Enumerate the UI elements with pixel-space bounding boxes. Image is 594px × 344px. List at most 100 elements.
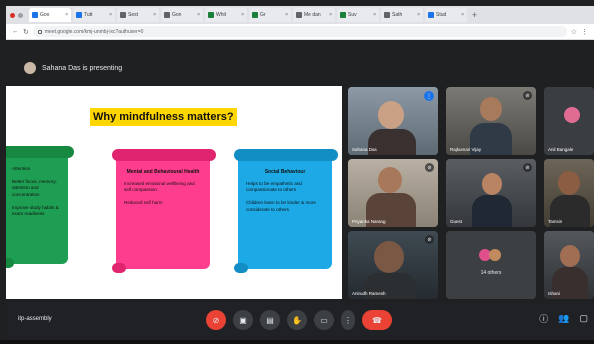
present-button[interactable]: ▭ (314, 310, 334, 330)
card-paragraph: Reduced self harm (124, 200, 163, 206)
raise-hand-button[interactable]: ✋ (287, 310, 307, 330)
close-tab-icon[interactable]: × (109, 12, 112, 18)
close-tab-icon[interactable]: × (241, 12, 244, 18)
close-tab-icon[interactable]: × (153, 12, 156, 18)
participant-tile[interactable]: ⊘ Anirudh Ramesh (348, 231, 438, 299)
tab-favicon-icon (208, 12, 214, 18)
captions-button[interactable]: ▤ (260, 310, 280, 330)
tab-favicon-icon (76, 12, 82, 18)
app-frame: Goo × Tutt × Sest × Gon × Whit × Gr × Me… (0, 0, 594, 344)
participant-name: Ishani (548, 291, 561, 296)
scroll-bottom-decoration (234, 263, 248, 273)
browser-tab[interactable]: Whit × (205, 8, 247, 22)
browser-tab[interactable]: Tutt × (73, 8, 115, 22)
browser-tab[interactable]: Me dan × (293, 8, 335, 22)
back-arrow-icon[interactable]: ← (12, 28, 19, 35)
star-icon[interactable]: ☆ (571, 28, 577, 36)
others-tile[interactable]: 14 others (446, 231, 536, 299)
mic-off-icon: ⊘ (425, 163, 434, 172)
tab-label: Sest (128, 12, 139, 18)
participant-face (374, 241, 404, 273)
scroll-top-decoration (6, 146, 74, 158)
tab-label: Gon (172, 12, 182, 18)
tab-favicon-icon (120, 12, 126, 18)
meeting-code: itp-assembly (18, 316, 52, 322)
browser-tab[interactable]: Gr × (249, 8, 291, 22)
reload-icon[interactable]: ↻ (23, 28, 29, 36)
tab-label: Whit (216, 12, 226, 18)
card-heading: Mental and Behavioural Health (126, 169, 200, 175)
others-avatars (479, 249, 503, 263)
browser-tab[interactable]: Stud × (425, 8, 467, 22)
presentation-slide: Why mindfulness matters? Attention Bette… (6, 86, 342, 299)
participant-face (378, 167, 402, 193)
presenter-banner: Sahana Das is presenting (6, 58, 306, 78)
participant-tile[interactable]: Ishani (544, 231, 594, 299)
close-window-icon[interactable] (10, 12, 15, 18)
slide-card-mental-health: Mental and Behavioural Health Increased … (112, 149, 216, 273)
card-paragraph: Increased emotional wellbeing and self c… (124, 181, 195, 193)
card-paragraph: Attention (12, 166, 31, 171)
address-bar: ← ↻ meet.google.com/kmj-unmbj-ixc?authus… (6, 24, 594, 40)
browser-tab[interactable]: Sest × (117, 8, 159, 22)
participant-tile[interactable]: ⊘ Rajkumari Vijay (446, 87, 536, 155)
tab-favicon-icon (384, 12, 390, 18)
taskbar-strip (0, 340, 594, 344)
more-options-icon: ⋮ (344, 315, 352, 325)
presenting-text: Sahana Das is presenting (42, 64, 123, 72)
speaking-indicator-icon: ⋮ (424, 91, 434, 101)
browser-tab[interactable]: Gon × (161, 8, 203, 22)
chat-icon[interactable]: ▢ (579, 313, 588, 324)
close-tab-icon[interactable]: × (65, 12, 68, 18)
participant-face (378, 101, 404, 129)
participant-face (480, 97, 502, 121)
meet-favicon-icon (32, 12, 38, 18)
more-options-button[interactable]: ⋮ (341, 310, 355, 330)
window-controls (10, 12, 23, 18)
participant-name: Rajkumari Vijay (450, 147, 482, 152)
scroll-bottom-decoration (112, 263, 126, 273)
participant-name: Tamsin (548, 219, 563, 224)
mic-off-icon: ⊘ (212, 315, 220, 325)
close-tab-icon[interactable]: × (197, 12, 200, 18)
present-screen-icon: ▭ (320, 315, 328, 325)
lock-icon (37, 29, 42, 34)
tab-favicon-icon (340, 12, 346, 18)
info-icon[interactable]: ⓘ (539, 312, 548, 325)
mic-off-icon: ⊘ (523, 163, 532, 172)
browser-tab-meet[interactable]: Goo × (29, 8, 71, 22)
participant-tile[interactable]: Anil Bangale (544, 87, 594, 155)
participant-tile[interactable]: ⊘ Guest (446, 159, 536, 227)
camera-toggle-button[interactable]: ▣ (233, 310, 253, 330)
tab-favicon-icon (296, 12, 302, 18)
close-tab-icon[interactable]: × (417, 12, 420, 18)
slide-card-social-behaviour: Social Behaviour Helps to be empathetic … (234, 149, 338, 273)
people-icon[interactable]: 👥 (558, 313, 569, 324)
close-tab-icon[interactable]: × (285, 12, 288, 18)
close-tab-icon[interactable]: × (461, 12, 464, 18)
participant-tile[interactable]: ⋮ Sahana Das (348, 87, 438, 155)
tab-label: Sath (392, 12, 403, 18)
tab-label: Tutt (84, 12, 93, 18)
tab-search-icon[interactable] (18, 12, 23, 18)
mic-toggle-button[interactable]: ⊘ (206, 310, 226, 330)
close-tab-icon[interactable]: × (329, 12, 332, 18)
participant-name: Anirudh Ramesh (352, 291, 386, 296)
participant-tile[interactable]: Tamsin (544, 159, 594, 227)
participant-name: Priyanka Narang (352, 219, 386, 224)
tab-label: Me dan (304, 12, 321, 18)
slide-card-attention: Attention Better focus, memory, attentio… (6, 146, 74, 268)
participant-tile[interactable]: ⊘ Priyanka Narang (348, 159, 438, 227)
presenter-avatar (24, 62, 36, 74)
captions-icon: ▤ (266, 315, 274, 325)
card-heading: Social Behaviour (264, 169, 306, 175)
url-field[interactable]: meet.google.com/kmj-unmbj-ixc?authuser=0 (32, 26, 567, 37)
browser-tab[interactable]: Sath × (381, 8, 423, 22)
menu-dots-icon[interactable]: ⋮ (581, 28, 588, 36)
browser-tab[interactable]: Suv × (337, 8, 379, 22)
participant-avatar (564, 107, 580, 123)
end-call-button[interactable]: ☎ (362, 310, 392, 330)
meeting-control-bar: itp-assembly ⊘ ▣ ▤ ✋ ▭ ⋮ ☎ ⓘ 👥 ▢ (6, 302, 594, 340)
new-tab-button[interactable]: + (472, 10, 477, 20)
close-tab-icon[interactable]: × (373, 12, 376, 18)
